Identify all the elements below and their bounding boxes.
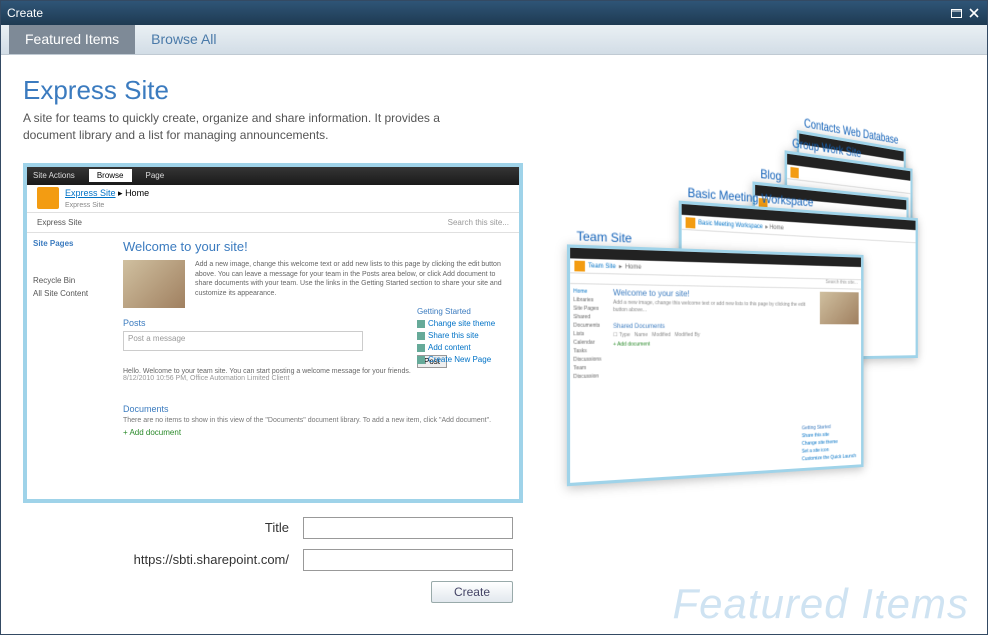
template-description: A site for teams to quickly create, orga… — [23, 110, 463, 145]
watermark-text: Featured Items — [673, 580, 969, 628]
ts-shdoc: Shared Documents — [613, 324, 858, 330]
create-form: Title https://sbti.sharepoint.com/ Creat… — [23, 517, 523, 603]
preview-add-doc: + Add document — [123, 428, 507, 437]
preview-sidebar: Site Pages Recycle Bin All Site Content — [27, 233, 111, 443]
title-input[interactable] — [303, 517, 513, 539]
preview-getting-started: Getting Started Change site theme Share … — [417, 307, 503, 367]
preview-welcome-text: Add a new image, change this welcome tex… — [195, 260, 507, 308]
carousel-card-team-site[interactable]: Team Site Team Site ▸ Home Search this s… — [567, 244, 864, 486]
main-preview: Site Actions Browse Page Express Site ▸ … — [23, 163, 523, 503]
create-button[interactable]: Create — [431, 581, 513, 603]
ts-home: Home — [625, 264, 641, 271]
preview-ribbon: Site Actions Browse Page — [27, 167, 519, 185]
site-logo-icon — [37, 187, 59, 209]
content: Express Site A site for teams to quickly… — [1, 55, 987, 634]
tabstrip: Featured Items Browse All — [1, 25, 987, 55]
preview-welcome-title: Welcome to your site! — [123, 239, 507, 254]
crumb-sub: Express Site — [65, 202, 104, 209]
template-title: Express Site — [23, 75, 543, 106]
ribbon-site-actions: Site Actions — [33, 171, 75, 180]
card-label: Team Site — [577, 229, 632, 246]
title-label: Title — [23, 520, 303, 535]
titlebar: Create — [1, 1, 987, 25]
close-icon[interactable] — [967, 6, 981, 20]
gs-1: Change site theme — [428, 319, 495, 328]
side-recycle: Recycle Bin — [33, 276, 105, 285]
preview-main: Welcome to your site! Add a new image, c… — [111, 233, 519, 443]
maximize-icon[interactable] — [949, 6, 963, 20]
window-title: Create — [7, 6, 43, 20]
ts-adddoc: + Add document — [613, 340, 858, 348]
ts-side: Home Libraries Site Pages Shared Documen… — [573, 287, 609, 381]
side-head: Site Pages — [33, 239, 105, 248]
ribbon-browse-tab: Browse — [89, 169, 132, 182]
url-label: https://sbti.sharepoint.com/ — [23, 552, 303, 567]
side-allcontent: All Site Content — [33, 289, 105, 298]
topnav-item: Express Site — [37, 218, 82, 227]
template-carousel: Contacts Web Database Group Work Site Bl… — [567, 130, 987, 530]
crumb-link: Express Site — [65, 188, 116, 198]
preview-topnav: Express Site Search this site... — [27, 213, 519, 233]
preview-postbox: Post a message — [123, 331, 363, 351]
ts-image — [820, 292, 859, 325]
preview-hello-meta: 8/12/2010 10:56 PM, Office Automation Li… — [123, 375, 289, 382]
gs-3: Add content — [428, 343, 471, 352]
preview-breadcrumb: Express Site ▸ HomeExpress Site — [27, 185, 519, 213]
tab-browse-all[interactable]: Browse All — [135, 25, 232, 54]
preview-docs-line: There are no items to show in this view … — [123, 417, 507, 424]
crumb-home: Home — [125, 188, 149, 198]
card-label: Blog — [760, 166, 781, 183]
url-input[interactable] — [303, 549, 513, 571]
ts-getting-started: Getting Started Share this site Change s… — [802, 422, 856, 463]
gs-2: Share this site — [428, 331, 479, 340]
tab-featured-items[interactable]: Featured Items — [9, 25, 135, 54]
preview-docs-head: Documents — [123, 404, 507, 414]
gs-4: Create New Page — [428, 355, 491, 364]
preview-search: Search this site... — [448, 218, 509, 227]
create-dialog: Create Featured Items Browse All Express… — [0, 0, 988, 635]
preview-hero-image — [123, 260, 185, 308]
gs-head: Getting Started — [417, 307, 503, 316]
ts-crumb: Team Site — [588, 263, 616, 270]
ribbon-page-tab: Page — [146, 171, 165, 180]
preview-hello: Hello. Welcome to your team site. You ca… — [123, 368, 411, 375]
